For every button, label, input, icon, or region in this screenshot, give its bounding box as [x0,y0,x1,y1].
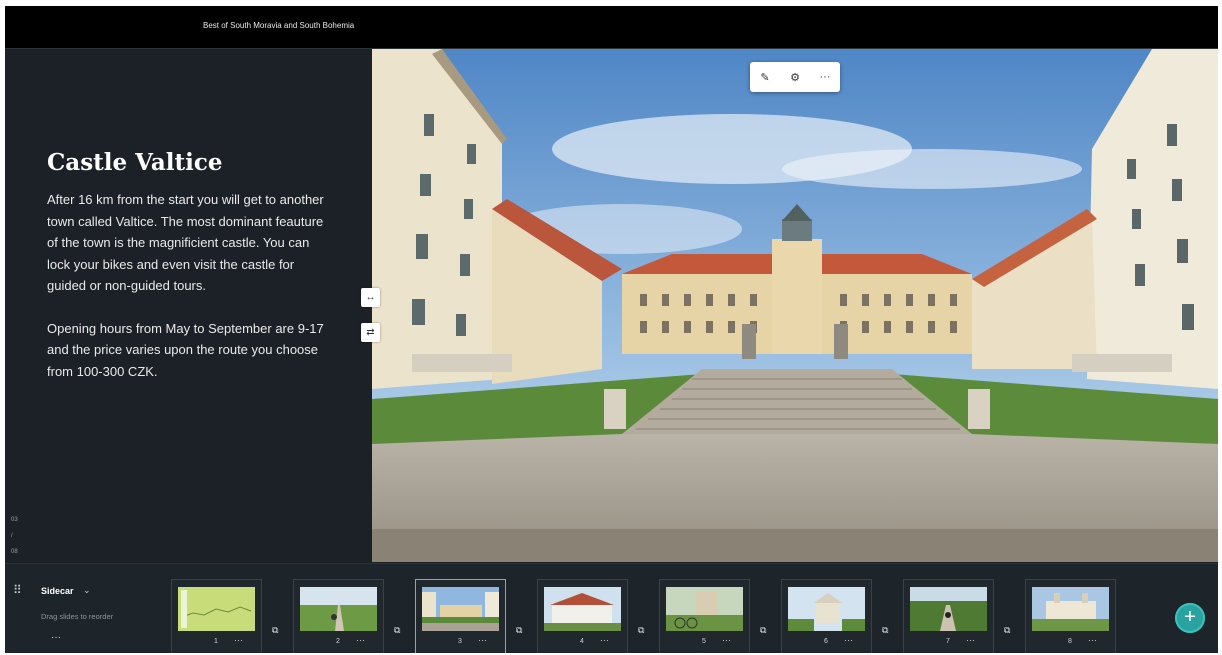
slide-more-button[interactable]: ··· [356,635,365,645]
drag-handle-icon[interactable]: ⠿ [13,583,22,597]
slide-more-button[interactable]: ··· [966,635,975,645]
slide-carousel: ⠿ Sidecar ⌄ Drag slides to reorder ··· 1… [5,563,1218,653]
drag-hint: Drag slides to reorder [41,612,114,621]
story-title[interactable]: Best of South Moravia and South Bohemia [203,21,354,30]
duplicate-icon[interactable]: ⧉ [272,625,278,636]
slide-paragraph[interactable]: Opening hours from May to September are … [47,318,332,383]
arrows-horizontal-icon: ↔ [365,292,376,303]
slide-thumbnail[interactable]: 2 ··· [293,579,384,653]
castle-photo [372,49,1218,562]
slide-thumbnail-image [666,587,743,631]
slide-number: 4 [580,638,584,645]
duplicate-icon[interactable]: ⧉ [882,625,888,636]
slide-paragraph[interactable]: After 16 km from the start you will get … [47,189,332,297]
slide-counter: 03 / 08 [11,512,18,560]
top-bar: Best of South Moravia and South Bohemia [5,6,1218,49]
slide-more-button[interactable]: ··· [722,635,731,645]
slide-more-button[interactable]: ··· [1088,635,1097,645]
slide-thumbnail[interactable]: 8 ··· [1025,579,1116,653]
slide-thumbnail[interactable]: 5 ··· [659,579,750,653]
slide-thumbnail-image [788,587,865,631]
swap-sides-button[interactable]: ⇄ [361,323,380,342]
sidecar-more-button[interactable]: ··· [51,632,61,643]
add-slide-button[interactable]: + [1175,603,1205,633]
slide-number: 8 [1068,638,1072,645]
counter-total: 08 [11,549,18,555]
pencil-icon[interactable]: ✎ [754,71,776,84]
plus-icon: + [1184,606,1196,628]
slide-heading[interactable]: Castle Valtice [47,149,223,176]
slide-thumbnail[interactable]: 7 ··· [903,579,994,653]
more-icon[interactable]: ··· [814,71,836,83]
slide-more-button[interactable]: ··· [844,635,853,645]
narrative-panel: Castle Valtice After 16 km from the star… [5,49,372,562]
slide-thumbnail[interactable]: 6 ··· [781,579,872,653]
slide-number: 7 [946,638,950,645]
block-type-label[interactable]: Sidecar [41,586,74,596]
counter-current: 03 [11,517,18,523]
story-builder: Best of South Moravia and South Bohemia … [5,6,1218,653]
slide-thumbnail-image [300,587,377,631]
media-panel[interactable] [372,49,1218,562]
slide-thumbnail-active[interactable]: 3 ··· [415,579,506,653]
slide-number: 5 [702,638,706,645]
slide-number: 1 [214,638,218,645]
duplicate-icon[interactable]: ⧉ [760,625,766,636]
slide-thumbnail-image [1032,587,1109,631]
counter-separator: / [11,533,13,539]
slide-number: 6 [824,638,828,645]
slide-thumbnail-image [178,587,255,631]
swap-width-button[interactable]: ↔ [361,288,380,307]
slide-thumbnail-image [544,587,621,631]
duplicate-icon[interactable]: ⧉ [638,625,644,636]
gear-icon[interactable]: ⚙ [784,71,806,84]
swap-icon: ⇄ [366,327,375,338]
slide-more-button[interactable]: ··· [478,635,487,645]
slide-thumbnail[interactable]: 1 ··· [171,579,262,653]
slide-thumbnail-image [910,587,987,631]
media-toolbar: ✎ ⚙ ··· [750,62,840,92]
slide-thumbnail-image [422,587,499,631]
duplicate-icon[interactable]: ⧉ [394,625,400,636]
slide-more-button[interactable]: ··· [234,635,243,645]
slide-number: 3 [458,638,462,645]
slide-thumbnail[interactable]: 4 ··· [537,579,628,653]
slide-more-button[interactable]: ··· [600,635,609,645]
duplicate-icon[interactable]: ⧉ [516,625,522,636]
chevron-down-icon[interactable]: ⌄ [83,585,91,596]
duplicate-icon[interactable]: ⧉ [1004,625,1010,636]
slide-number: 2 [336,638,340,645]
slide-body[interactable]: After 16 km from the start you will get … [47,189,332,382]
